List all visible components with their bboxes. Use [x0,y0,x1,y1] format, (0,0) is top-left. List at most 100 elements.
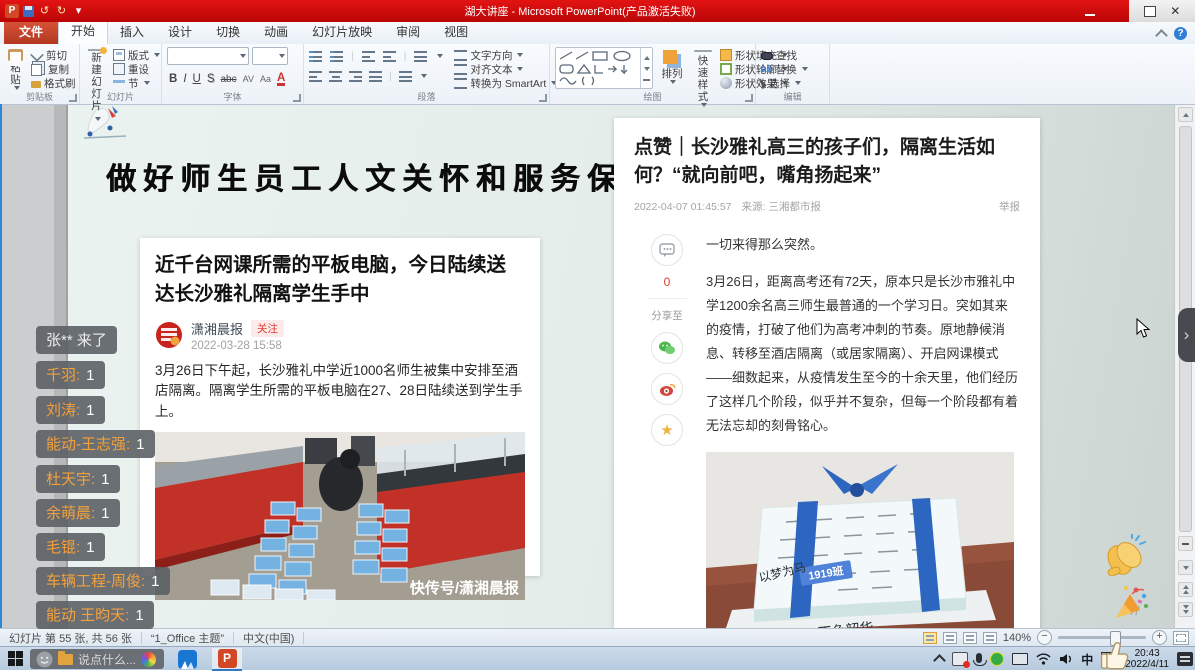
line-spacing-icon[interactable] [414,50,427,62]
arrange-button[interactable]: 排列 [658,47,686,91]
smiley-reaction-icon[interactable] [36,651,53,668]
tab-design[interactable]: 设计 [156,20,204,44]
scroll-down-button[interactable] [1178,560,1193,575]
left-article-source: 潇湘晨报 [191,319,243,338]
clipboard-dialog-launcher[interactable] [69,94,77,102]
pinwheel-app-icon[interactable] [141,652,156,667]
layout-button[interactable]: 版式 [113,48,160,62]
taskbar-meeting-app[interactable] [172,648,202,671]
strikethrough-button[interactable]: abc [221,74,237,85]
scrollbar-split-handle[interactable] [1178,536,1193,551]
fit-to-window-button[interactable] [1173,631,1189,645]
tab-slideshow[interactable]: 幻灯片放映 [300,20,384,44]
paragraph-dialog-launcher[interactable] [539,94,547,102]
screen-record-icon[interactable] [952,652,968,666]
reset-button[interactable]: 重设 [113,62,160,76]
redo-icon[interactable]: ↻ [55,5,68,18]
normal-view-button[interactable] [923,632,937,644]
share-label: 分享至 [651,308,683,323]
qat-customize-icon[interactable]: ▾ [72,5,85,18]
save-icon[interactable] [23,6,34,17]
section-button[interactable]: 节 [113,76,160,90]
char-spacing-button[interactable]: AV [243,74,254,84]
reading-view-button[interactable] [963,632,977,644]
new-slide-button[interactable]: 新建 幻灯片 [85,47,108,91]
slide-canvas[interactable]: 做好师生员工人文关怀和服务保障 47 近千台网课所需的平板电脑，今日陆续送达长沙… [68,104,1174,628]
chat-input-placeholder[interactable]: 说点什么... [78,651,136,668]
ime-language-indicator[interactable]: 中 [1081,651,1093,668]
taskbar-powerpoint[interactable]: P [212,648,242,671]
scroll-up-button[interactable] [1178,107,1193,122]
font-color-button[interactable]: A [277,73,285,86]
align-text-button[interactable]: 对齐文本 [454,62,557,76]
copy-button[interactable]: 复制 [31,62,76,76]
layout-icon [113,49,125,61]
tab-file[interactable]: 文件 [4,20,58,44]
previous-slide-button[interactable] [1178,582,1193,597]
font-size-select[interactable] [252,47,288,65]
find-button[interactable]: 查找 [761,48,808,62]
volume-icon[interactable] [1059,653,1073,665]
zoom-in-button[interactable]: + [1152,630,1167,645]
decrease-indent-icon[interactable] [362,50,375,62]
shapes-scroll[interactable] [640,48,652,88]
zoom-level[interactable]: 140% [1003,632,1031,644]
collapse-ribbon-icon[interactable] [1155,29,1168,42]
wifi-icon[interactable] [1036,653,1051,665]
columns-icon[interactable] [399,70,412,82]
increase-indent-icon[interactable] [383,50,396,62]
tray-expand-icon[interactable] [933,654,946,667]
align-center-icon[interactable] [329,70,342,82]
font-dialog-launcher[interactable] [293,94,301,102]
bold-button[interactable]: B [169,73,177,85]
text-direction-button[interactable]: 文字方向 [454,48,557,62]
format-painter-button[interactable]: 格式刷 [31,76,76,90]
font-name-select[interactable] [167,47,249,65]
tab-view[interactable]: 视图 [432,20,480,44]
undo-icon[interactable]: ↺ [38,5,51,18]
slideshow-view-button[interactable] [983,632,997,644]
vertical-scrollbar[interactable] [1174,104,1195,628]
language-indicator[interactable]: 中文(中国) [234,630,303,646]
shapes-gallery[interactable] [555,47,653,89]
start-button[interactable] [8,651,23,666]
chat-input-overlay[interactable]: 说点什么... [30,649,164,669]
next-slide-button[interactable] [1178,602,1193,617]
tab-review[interactable]: 审阅 [384,20,432,44]
help-icon[interactable]: ? [1174,27,1187,40]
slide-sorter-view-button[interactable] [943,632,957,644]
replace-button[interactable]: ab替换 [761,62,808,76]
justify-icon[interactable] [369,70,382,82]
bullets-icon[interactable] [309,50,322,62]
zoom-out-button[interactable]: − [1037,630,1052,645]
notification-center-icon[interactable] [1177,652,1193,666]
numbering-icon[interactable] [330,50,343,62]
minimize-button[interactable] [1077,3,1103,17]
change-case-button[interactable]: Aa [260,74,271,84]
chat-message: 毛锟:1 [36,533,105,561]
select-button[interactable]: 选择 [761,76,808,90]
taskbar-clock[interactable]: 20:43 2022/4/11 [1125,648,1169,671]
tab-transitions[interactable]: 切换 [204,20,252,44]
cut-button[interactable]: 剪切 [31,48,76,62]
drawing-dialog-launcher[interactable] [745,94,753,102]
close-button[interactable]: ✕ [1170,0,1180,22]
paste-button[interactable]: 粘贴 [5,47,26,91]
underline-button[interactable]: U [193,73,201,85]
maximize-button[interactable] [1144,6,1156,17]
tab-animations[interactable]: 动画 [252,20,300,44]
tab-insert[interactable]: 插入 [108,20,156,44]
align-left-icon[interactable] [309,70,322,82]
microphone-icon[interactable] [976,653,982,663]
powerpoint-logo-icon[interactable]: P [5,4,19,18]
convert-smartart-button[interactable]: 转换为 SmartArt [454,76,557,90]
italic-button[interactable]: I [183,73,186,85]
antivirus-icon[interactable] [990,652,1004,666]
align-right-icon[interactable] [349,70,362,82]
group-editing: 查找 ab替换 选择 编辑 [756,44,830,104]
quick-styles-button[interactable]: 快速样式 [691,47,715,91]
file-explorer-icon[interactable] [58,654,73,665]
overlay-panel-toggle[interactable]: › [1178,308,1195,362]
display-icon[interactable] [1012,653,1028,665]
shadow-button[interactable]: S [207,73,215,85]
